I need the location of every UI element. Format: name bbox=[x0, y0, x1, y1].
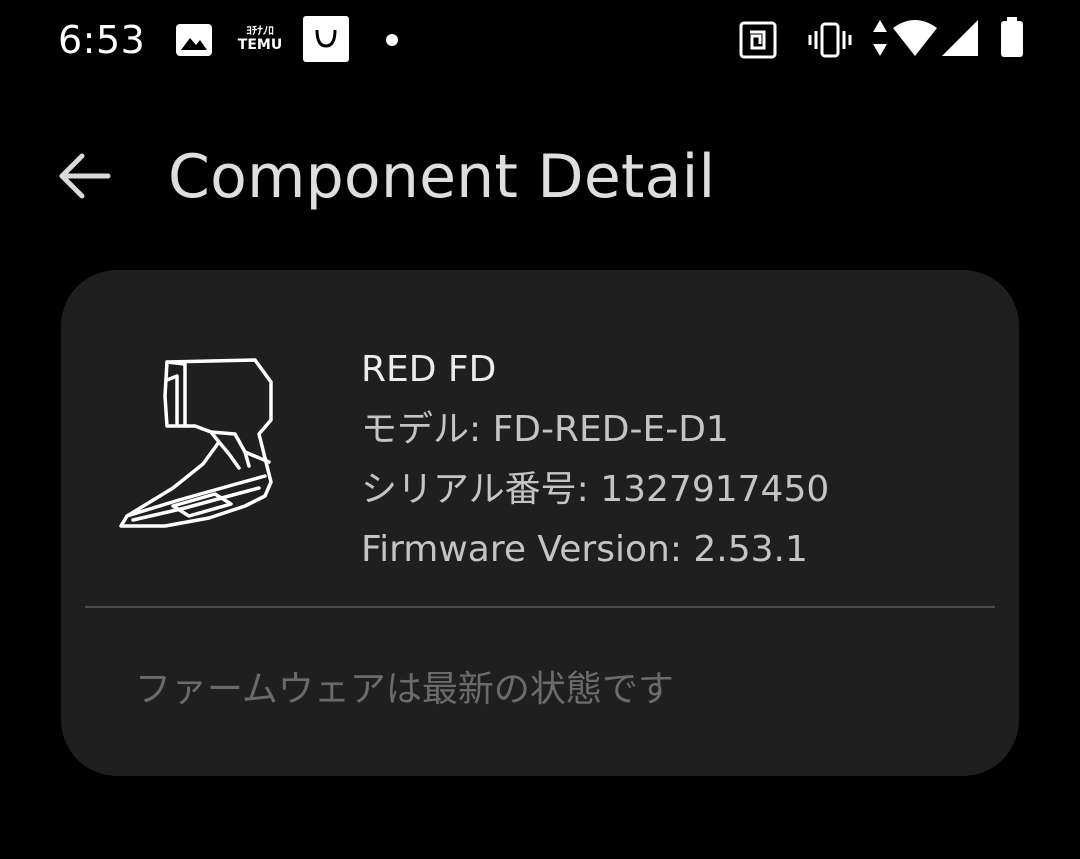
arrow-left-icon bbox=[59, 153, 111, 199]
vibrate-icon bbox=[807, 20, 853, 60]
front-derailleur-icon bbox=[119, 356, 283, 530]
component-serial: シリアル番号: 1327917450 bbox=[361, 469, 830, 510]
component-info: RED FD モデル: FD-RED-E-D1 シリアル番号: 13279174… bbox=[361, 340, 829, 580]
gallery-icon bbox=[174, 22, 214, 58]
component-name: RED FD bbox=[361, 349, 497, 390]
status-time: 6:53 bbox=[58, 18, 146, 62]
nfc-icon bbox=[738, 20, 778, 60]
temu-text-top: ﾖﾁﾅﾉﾛ bbox=[246, 24, 274, 37]
signal-icon bbox=[940, 18, 980, 58]
page-title: Component Detail bbox=[168, 142, 716, 212]
dot-icon bbox=[385, 33, 399, 47]
app-bar: Component Detail bbox=[0, 120, 1080, 230]
status-bar: 6:53 ﾖﾁﾅﾉﾛ TEMU bbox=[0, 0, 1080, 80]
wifi-icon bbox=[891, 18, 939, 58]
shopping-bag-icon bbox=[303, 16, 349, 62]
data-arrows-icon bbox=[870, 18, 890, 58]
temu-text-bottom: TEMU bbox=[237, 37, 283, 53]
battery-icon bbox=[998, 16, 1026, 60]
component-model: モデル: FD-RED-E-D1 bbox=[361, 409, 729, 450]
component-firmware-version: Firmware Version: 2.53.1 bbox=[361, 529, 808, 570]
divider bbox=[85, 606, 995, 608]
back-button[interactable] bbox=[52, 144, 116, 208]
temu-icon: ﾖﾁﾅﾉﾛ TEMU bbox=[236, 24, 284, 56]
component-card: RED FD モデル: FD-RED-E-D1 シリアル番号: 13279174… bbox=[61, 270, 1019, 776]
firmware-status-text: ファームウェアは最新の状態です bbox=[135, 669, 674, 710]
